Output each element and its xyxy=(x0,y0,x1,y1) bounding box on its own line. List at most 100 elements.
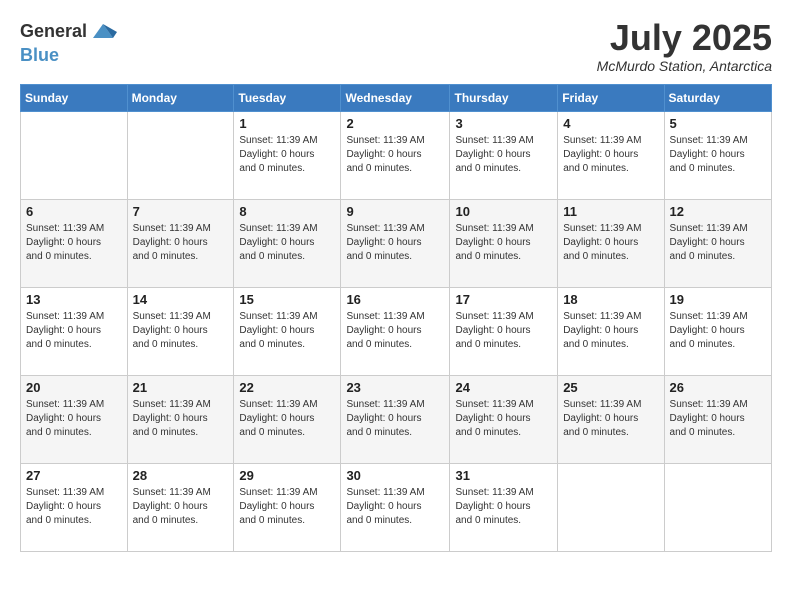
day-info: Sunset: 11:39 AM Daylight: 0 hours and 0… xyxy=(133,222,229,264)
day-info: Sunset: 11:39 AM Daylight: 0 hours and 0… xyxy=(670,310,766,352)
day-info: Sunset: 11:39 AM Daylight: 0 hours and 0… xyxy=(346,486,444,528)
day-number: 4 xyxy=(563,116,658,131)
calendar-cell: 3Sunset: 11:39 AM Daylight: 0 hours and … xyxy=(450,111,558,199)
day-info: Sunset: 11:39 AM Daylight: 0 hours and 0… xyxy=(346,222,444,264)
day-info: Sunset: 11:39 AM Daylight: 0 hours and 0… xyxy=(455,486,552,528)
day-number: 26 xyxy=(670,380,766,395)
calendar-cell: 25 Sunset: 11:39 AM Daylight: 0 hours and… xyxy=(558,375,664,463)
day-number: 14 xyxy=(133,292,229,307)
page: General Blue July 2025 McMurdo Station, … xyxy=(0,0,792,612)
calendar-cell: 30 Sunset: 11:39 AM Daylight: 0 hours and… xyxy=(341,463,450,551)
day-info: Sunset: 11:39 AM Daylight: 0 hours and 0… xyxy=(563,222,658,264)
week-row-5: 27 Sunset: 11:39 AM Daylight: 0 hours and… xyxy=(21,463,772,551)
calendar-cell: 5 Sunset: 11:39 AM Daylight: 0 hours and … xyxy=(664,111,771,199)
calendar-cell: 12Sunset: 11:39 AM Daylight: 0 hours and… xyxy=(664,199,771,287)
day-info: Sunset: 11:39 AM Daylight: 0 hours and 0… xyxy=(670,398,766,440)
title-area: July 2025 McMurdo Station, Antarctica xyxy=(597,18,772,74)
day-info: Sunset: 11:39 AM Daylight: 0 hours and 0… xyxy=(346,134,444,176)
header-saturday: Saturday xyxy=(664,84,771,111)
week-row-2: 6 Sunset: 11:39 AM Daylight: 0 hours and … xyxy=(21,199,772,287)
day-number: 24 xyxy=(455,380,552,395)
day-info: Sunset: 11:39 AM Daylight: 0 hours and 0… xyxy=(670,134,766,176)
day-info: Sunset: 11:39 AM Daylight: 0 hours and 0… xyxy=(346,310,444,352)
header-friday: Friday xyxy=(558,84,664,111)
header: General Blue July 2025 McMurdo Station, … xyxy=(20,18,772,74)
day-info: Sunset: 11:39 AM Daylight: 0 hours and 0… xyxy=(133,486,229,528)
day-info: Sunset: 11:39 AM Daylight: 0 hours and 0… xyxy=(455,310,552,352)
header-wednesday: Wednesday xyxy=(341,84,450,111)
calendar-cell: 24 Sunset: 11:39 AM Daylight: 0 hours and… xyxy=(450,375,558,463)
calendar-cell: 23 Sunset: 11:39 AM Daylight: 0 hours and… xyxy=(341,375,450,463)
month-title: July 2025 xyxy=(597,18,772,58)
calendar-cell: 6Sunset: 11:39 AM Daylight: 0 hours and … xyxy=(21,199,128,287)
day-info: Sunset: 11:39 AM Daylight: 0 hours and 0… xyxy=(239,486,335,528)
day-number: 15 xyxy=(239,292,335,307)
day-number: 6 xyxy=(26,204,122,219)
calendar-cell: 13 Sunset: 11:39 AM Daylight: 0 hours and… xyxy=(21,287,128,375)
day-number: 9 xyxy=(346,204,444,219)
day-number: 8 xyxy=(239,204,335,219)
day-info: Sunset: 11:39 AM Daylight: 0 hours and 0… xyxy=(455,222,552,264)
calendar-cell: 4Sunset: 11:39 AM Daylight: 0 hours and … xyxy=(558,111,664,199)
day-number: 22 xyxy=(239,380,335,395)
week-row-4: 20 Sunset: 11:39 AM Daylight: 0 hours and… xyxy=(21,375,772,463)
day-info: Sunset: 11:39 AM Daylight: 0 hours and 0… xyxy=(455,134,552,176)
day-number: 7 xyxy=(133,204,229,219)
calendar-cell xyxy=(127,111,234,199)
day-info: Sunset: 11:39 AM Daylight: 0 hours and 0… xyxy=(563,398,658,440)
day-info: Sunset: 11:39 AM Daylight: 0 hours and 0… xyxy=(239,398,335,440)
day-info: Sunset: 11:39 AM Daylight: 0 hours and 0… xyxy=(26,486,122,528)
day-number: 10 xyxy=(455,204,552,219)
calendar-cell: 17 Sunset: 11:39 AM Daylight: 0 hours and… xyxy=(450,287,558,375)
day-number: 23 xyxy=(346,380,444,395)
day-number: 17 xyxy=(455,292,552,307)
day-number: 31 xyxy=(455,468,552,483)
header-sunday: Sunday xyxy=(21,84,128,111)
calendar-cell: 27 Sunset: 11:39 AM Daylight: 0 hours and… xyxy=(21,463,128,551)
day-number: 2 xyxy=(346,116,444,131)
header-tuesday: Tuesday xyxy=(234,84,341,111)
logo-icon xyxy=(89,18,117,46)
day-number: 5 xyxy=(670,116,766,131)
day-info: Sunset: 11:39 AM Daylight: 0 hours and 0… xyxy=(26,310,122,352)
calendar-cell: 15 Sunset: 11:39 AM Daylight: 0 hours and… xyxy=(234,287,341,375)
day-number: 28 xyxy=(133,468,229,483)
calendar-cell: 29Sunset: 11:39 AM Daylight: 0 hours and… xyxy=(234,463,341,551)
logo-blue-text: Blue xyxy=(20,46,59,66)
calendar-cell xyxy=(558,463,664,551)
day-info: Sunset: 11:39 AM Daylight: 0 hours and 0… xyxy=(239,310,335,352)
calendar-cell: 2 Sunset: 11:39 AM Daylight: 0 hours and … xyxy=(341,111,450,199)
day-info: Sunset: 11:39 AM Daylight: 0 hours and 0… xyxy=(133,398,229,440)
header-thursday: Thursday xyxy=(450,84,558,111)
day-info: Sunset: 11:39 AM Daylight: 0 hours and 0… xyxy=(563,310,658,352)
calendar-cell: 9 Sunset: 11:39 AM Daylight: 0 hours and … xyxy=(341,199,450,287)
header-monday: Monday xyxy=(127,84,234,111)
calendar-cell: 28 Sunset: 11:39 AM Daylight: 0 hours and… xyxy=(127,463,234,551)
week-row-1: 1 Sunset: 11:39 AM Daylight: 0 hours and … xyxy=(21,111,772,199)
day-number: 18 xyxy=(563,292,658,307)
calendar-cell: 26 Sunset: 11:39 AM Daylight: 0 hours and… xyxy=(664,375,771,463)
day-info: Sunset: 11:39 AM Daylight: 0 hours and 0… xyxy=(455,398,552,440)
day-number: 20 xyxy=(26,380,122,395)
calendar-cell: 10 Sunset: 11:39 AM Daylight: 0 hours and… xyxy=(450,199,558,287)
calendar-cell: 19Sunset: 11:39 AM Daylight: 0 hours and… xyxy=(664,287,771,375)
day-number: 27 xyxy=(26,468,122,483)
calendar-header-row: SundayMondayTuesdayWednesdayThursdayFrid… xyxy=(21,84,772,111)
calendar-cell: 18 Sunset: 11:39 AM Daylight: 0 hours and… xyxy=(558,287,664,375)
day-info: Sunset: 11:39 AM Daylight: 0 hours and 0… xyxy=(133,310,229,352)
day-number: 11 xyxy=(563,204,658,219)
calendar-cell: 22 Sunset: 11:39 AM Daylight: 0 hours and… xyxy=(234,375,341,463)
week-row-3: 13 Sunset: 11:39 AM Daylight: 0 hours and… xyxy=(21,287,772,375)
day-number: 13 xyxy=(26,292,122,307)
day-info: Sunset: 11:39 AM Daylight: 0 hours and 0… xyxy=(239,222,335,264)
day-number: 16 xyxy=(346,292,444,307)
day-info: Sunset: 11:39 AM Daylight: 0 hours and 0… xyxy=(346,398,444,440)
calendar-cell: 11 Sunset: 11:39 AM Daylight: 0 hours and… xyxy=(558,199,664,287)
calendar-cell: 31 Sunset: 11:39 AM Daylight: 0 hours and… xyxy=(450,463,558,551)
day-number: 25 xyxy=(563,380,658,395)
logo-text: General xyxy=(20,22,87,42)
calendar-cell xyxy=(664,463,771,551)
day-number: 1 xyxy=(239,116,335,131)
calendar-cell: 20Sunset: 11:39 AM Daylight: 0 hours and… xyxy=(21,375,128,463)
day-number: 30 xyxy=(346,468,444,483)
